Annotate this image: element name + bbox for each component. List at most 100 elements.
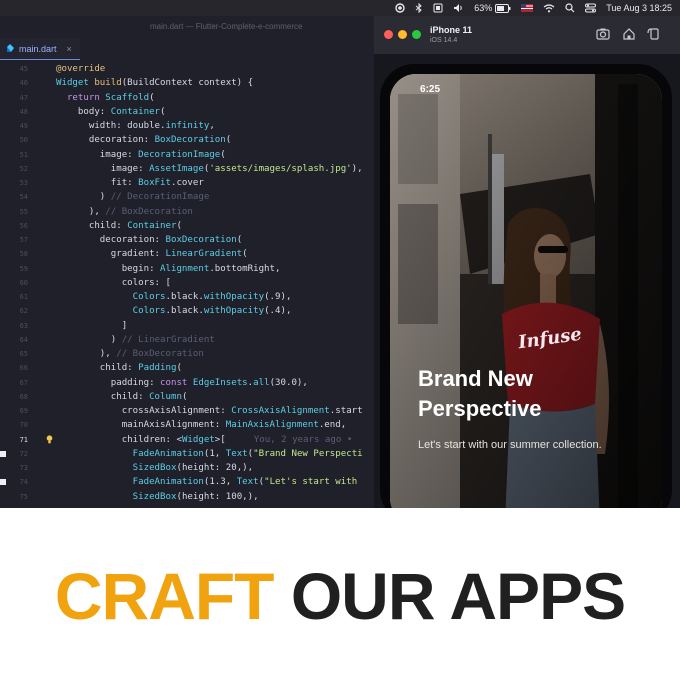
code-token: ( [236,235,243,245]
code-line[interactable]: 67 padding: const EdgeInsets.all(30.0), [0,376,380,390]
screenshot-icon[interactable] [596,27,610,41]
code-token: ( [242,249,248,260]
rotate-icon[interactable] [647,27,661,41]
code-token: (1.3, [203,477,237,488]
code-line[interactable]: 72 FadeAnimation(1, Text("Brand New Pers… [0,447,380,461]
code-token: DecorationImage [138,149,221,160]
ios-simulator-window[interactable]: iPhone 11 iOS 14.4 Infuse 6:25 Brand New… [374,16,680,508]
code-line[interactable]: 48 body: Container( [0,105,380,119]
code-text: FadeAnimation(1.3, Text("Let's start wit… [56,475,358,489]
gutter-marker [0,450,6,457]
code-line[interactable]: 49 width: double.infinity, [0,119,380,133]
code-line[interactable]: 63 ] [0,319,380,333]
code-token: fit: [56,178,139,188]
code-line[interactable]: 50 decoration: BoxDecoration( [0,133,380,147]
line-number: 68 [19,392,28,401]
code-line[interactable]: 59 begin: Alignment.bottomRight, [0,262,380,276]
control-center-icon[interactable] [585,3,597,13]
phone-screen[interactable]: Infuse 6:25 Brand New Perspective Let's … [390,74,662,508]
code-line[interactable]: 52 image: AssetImage('assets/images/spla… [0,162,380,176]
minimize-window-button[interactable] [398,30,407,39]
tab-main-dart[interactable]: main.dart × [0,38,80,60]
code-line[interactable]: 66 child: Padding( [0,361,380,375]
code-line[interactable]: 64 ) // LinearGradient [0,333,380,347]
code-line[interactable]: 65 ), // BoxDecoration [0,347,380,361]
code-token: (30.0), [269,377,308,388]
code-text: SizedBox(height: 100,), [56,490,259,504]
code-token: (.9), [264,292,292,302]
line-number: 51 [19,150,28,159]
menubar-clock[interactable]: Tue Aug 3 18:25 [606,3,672,13]
banner-word-craft: CRAFT [54,559,275,633]
code-line[interactable]: 56 child: Container( [0,219,380,233]
line-number: 70 [19,421,28,430]
bluetooth-icon[interactable] [415,3,423,13]
splash-subtitle: Let's start with our summer collection. [418,439,602,451]
display-icon[interactable] [433,3,443,13]
close-window-button[interactable] [384,30,393,39]
zoom-window-button[interactable] [412,30,421,39]
code-text: image: DecorationImage( [56,148,226,162]
code-token: // LinearGradient [121,334,215,345]
volume-icon[interactable] [453,3,464,13]
code-line[interactable]: 57 decoration: BoxDecoration( [0,233,380,247]
code-line[interactable]: 68 child: Column( [0,390,380,404]
code-token: body: [56,106,111,117]
code-line[interactable]: 71 children: <Widget>[You, 2 years ago • [0,433,380,447]
splash-title: Brand New Perspective [418,366,542,421]
line-number: 64 [19,335,28,344]
code-line[interactable]: 61 Colors.black.withOpacity(.9), [0,290,380,304]
code-text: image: AssetImage('assets/images/splash.… [56,162,363,176]
code-token: Container [110,106,161,117]
code-token: SizedBox [132,463,177,473]
line-number: 47 [19,93,28,102]
line-number: 73 [19,464,28,472]
code-text: child: Padding( [56,361,182,375]
code-text: SizedBox(height: 20,), [56,461,253,475]
record-icon[interactable] [395,3,405,13]
code-token: FadeAnimation [132,448,204,459]
promo-banner: CRAFT OUR APPS [0,508,680,680]
code-token: SizedBox [132,491,177,502]
search-icon[interactable] [565,3,575,13]
code-line[interactable]: 58 gradient: LinearGradient( [0,247,380,261]
code-line[interactable]: 55 ), // BoxDecoration [0,205,380,219]
line-number: 67 [19,378,28,387]
code-line[interactable]: 53 fit: BoxFit.cover [0,176,380,190]
home-icon[interactable] [622,27,636,41]
code-line[interactable]: 70 mainAxisAlignment: MainAxisAlignment.… [0,418,380,432]
code-line[interactable]: 60 colors: [ [0,276,380,290]
wifi-icon[interactable] [543,3,555,13]
code-text: crossAxisAlignment: CrossAxisAlignment.s… [56,404,363,418]
code-token: BoxFit [138,178,171,188]
code-text: decoration: BoxDecoration( [56,133,231,147]
code-editor[interactable]: main.dart — Flutter-Complete-e-commerce … [0,16,380,508]
simulator-title-bar: iPhone 11 iOS 14.4 [374,16,680,54]
code-token: .black. [165,292,204,302]
code-line[interactable]: 74 FadeAnimation(1.3, Text("Let's start … [0,475,380,489]
code-line[interactable]: 62 Colors.black.withOpacity(.4), [0,304,380,318]
code-line[interactable]: 54 ) // DecorationImage [0,190,380,204]
code-line[interactable]: 73 SizedBox(height: 20,), [0,461,380,475]
code-token: children: < [56,434,182,445]
code-token: .bottomRight, [209,263,281,274]
code-token: .start [329,406,363,416]
code-area[interactable]: 45 @override 46 Widget build(BuildContext c… [0,62,380,504]
code-line[interactable]: 69 crossAxisAlignment: CrossAxisAlignmen… [0,404,380,418]
code-token: ), [56,206,106,217]
line-number: 71 [19,435,28,444]
line-number: 46 [19,79,28,88]
code-line[interactable]: 45 @override [0,62,380,76]
code-line[interactable]: 47 return Scaffold( [0,91,380,105]
code-token: , [209,121,215,131]
close-tab-icon[interactable]: × [67,44,72,54]
code-line[interactable]: 51 image: DecorationImage( [0,148,380,162]
flag-icon[interactable] [521,4,534,12]
code-line[interactable]: 75 SizedBox(height: 100,), [0,490,380,504]
code-token: width: double. [56,121,166,131]
code-line[interactable]: 46 Widget build(BuildContext context) { [0,76,380,90]
lightbulb-icon[interactable] [46,434,53,444]
